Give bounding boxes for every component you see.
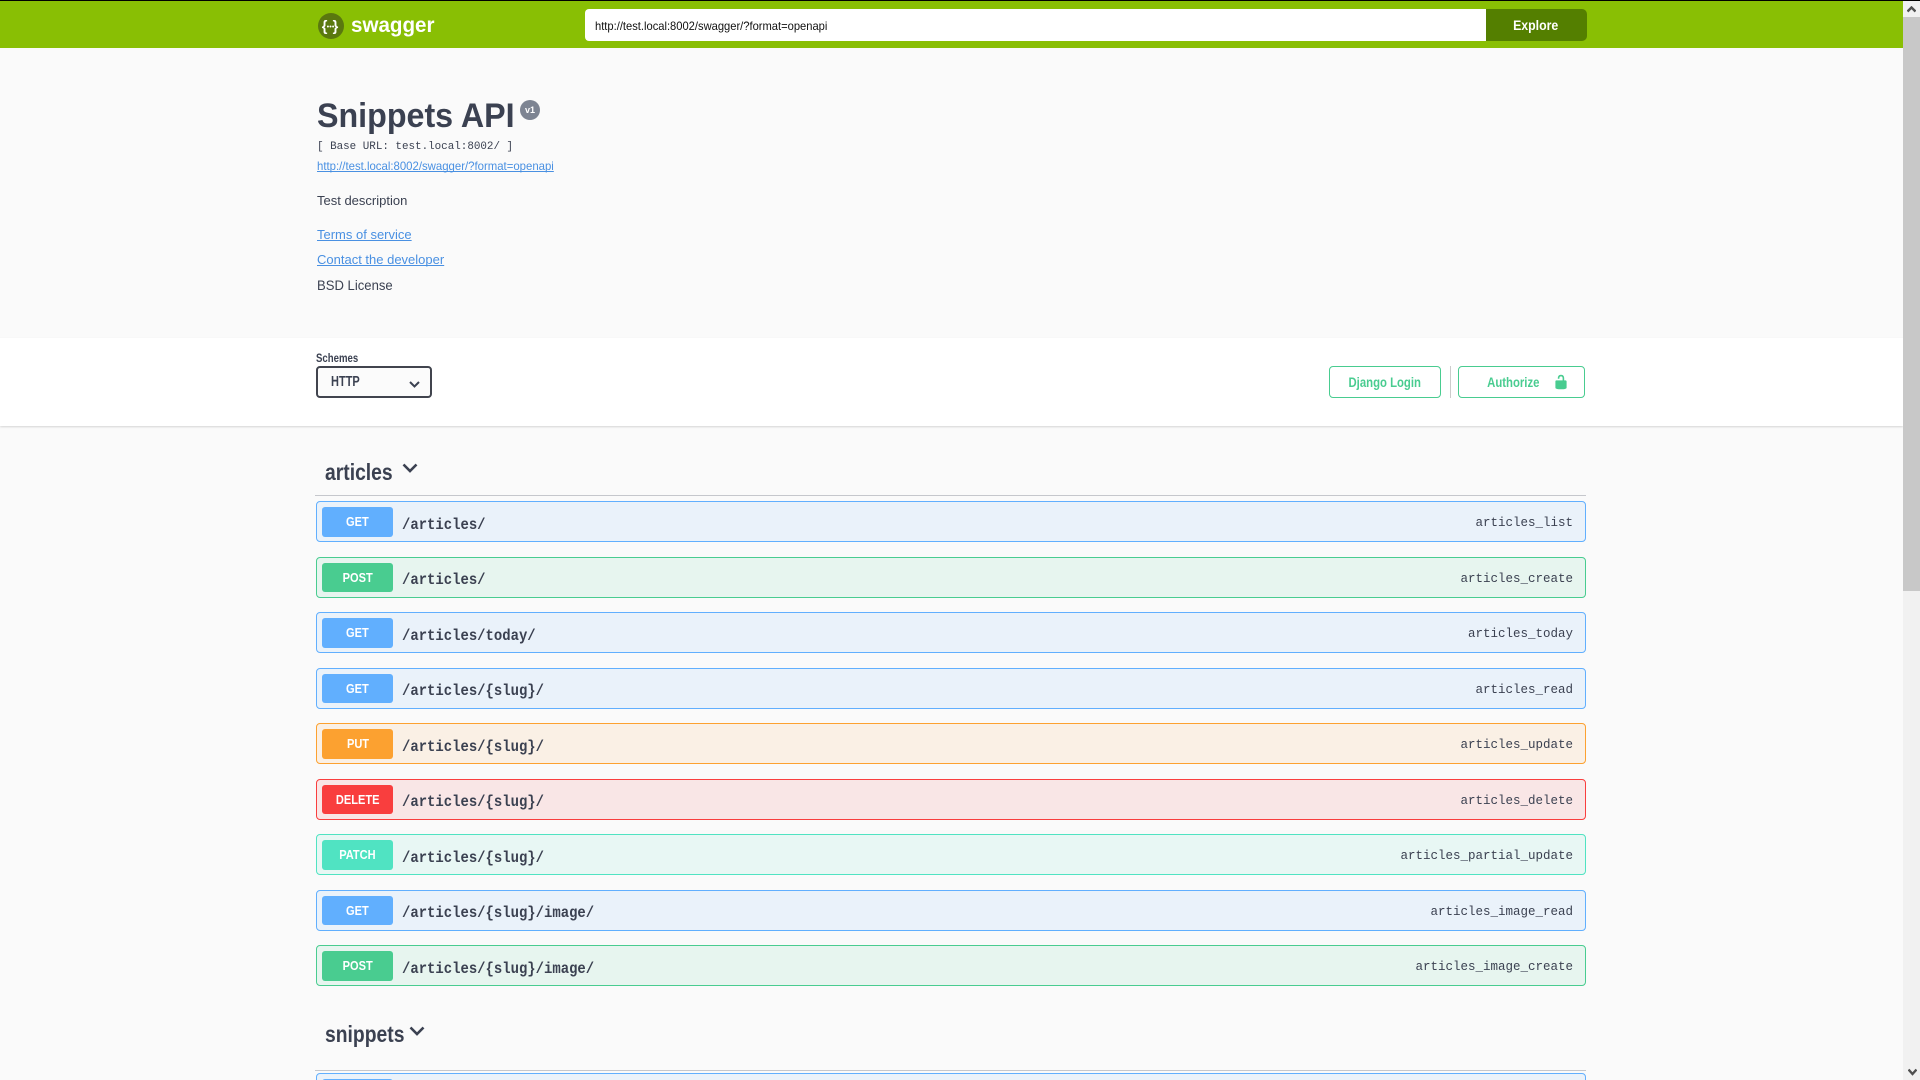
svg-text:{: { (322, 19, 328, 35)
